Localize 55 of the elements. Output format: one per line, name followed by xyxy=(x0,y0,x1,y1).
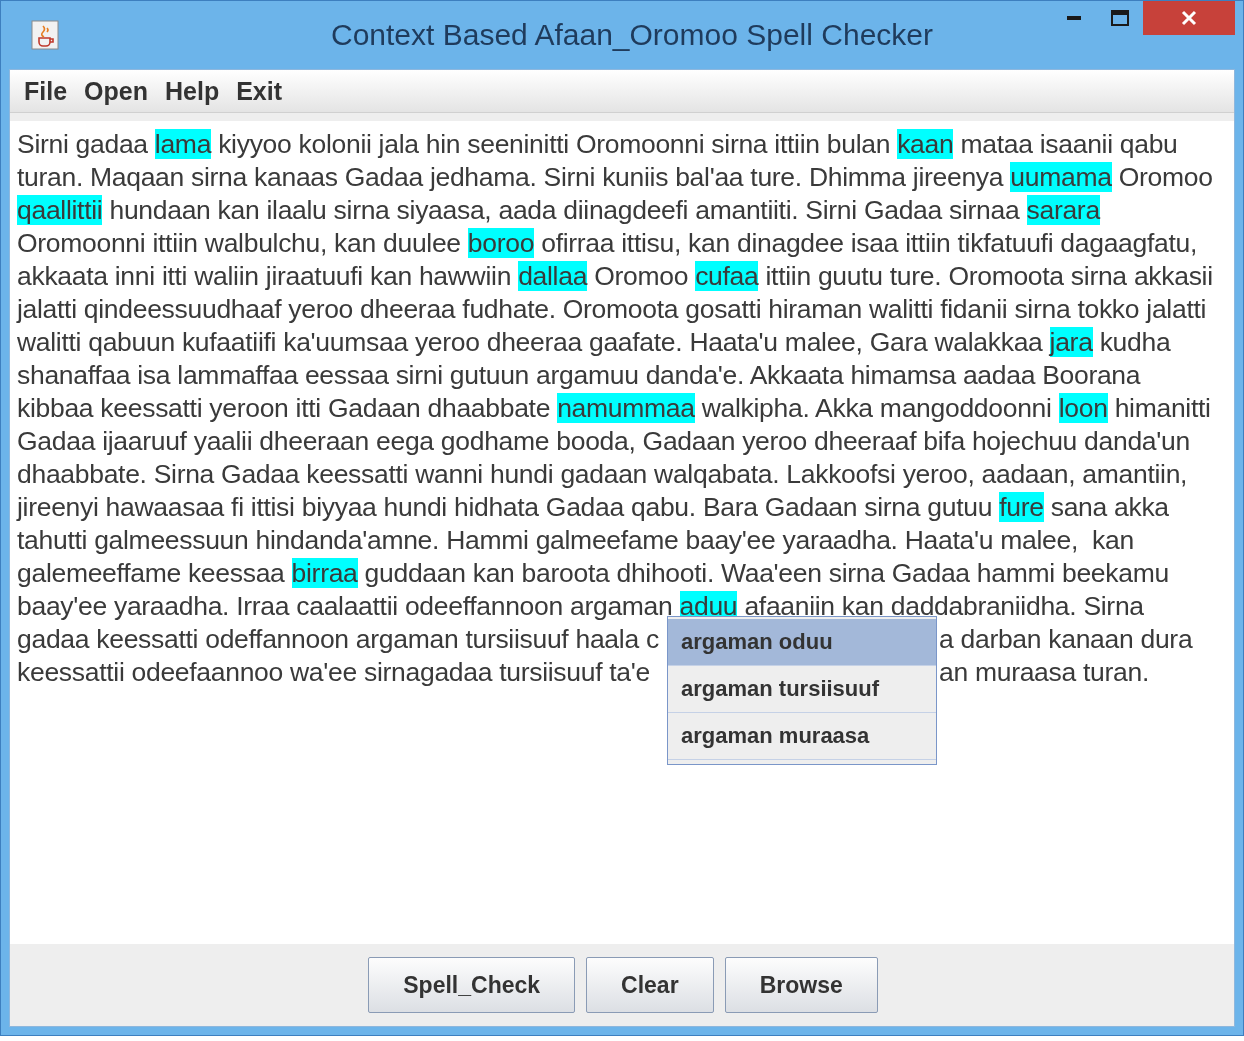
text-area[interactable] xyxy=(10,121,1234,944)
text-run: ofirraa ittisu, kan dinagdee isaa ittiin tikfatuufi dagaagfatu, xyxy=(540,227,1197,258)
text-run: kibbaa keessatti yeroon itti Gadaan dhaabbate xyxy=(17,392,552,423)
text-run: baay'ee yaraadha. Irraa caalaattii odeeffannoon argaman xyxy=(17,590,674,621)
text-run: Sirni gadaa xyxy=(17,128,149,159)
text-run: afaaniin kan daddabraniidha. Sirna xyxy=(743,590,1144,621)
maximize-icon xyxy=(1111,10,1129,26)
text-run: keessattii odeefaannoo wa'ee sirnagadaa tursiisuuf ta'e xyxy=(17,656,650,687)
text-run: kudha xyxy=(1098,326,1171,357)
text-run: kiyyoo kolonii jala hin seeninitti Oromoonni sirna ittiin bulan xyxy=(217,128,892,159)
minimize-icon xyxy=(1067,16,1081,20)
text-run: galemeeffame keessaa xyxy=(17,557,286,588)
text-run: tahutti galmeessuun hindanda'amne. Hammi galmeefame baay'ee yaraadha. Haata'u malee, kan xyxy=(17,524,1134,555)
highlighted-word: boroo xyxy=(467,227,535,258)
text-run: turan. Maqaan sirna kanaas Gadaa jedhama. Sirni kuniis bal'aa ture. Dhimma jireenya xyxy=(17,161,1005,192)
text-run: mataa isaanii qabu xyxy=(959,128,1178,159)
close-icon xyxy=(1181,10,1197,26)
text-run: walitti qabuun kufaatiifi ka'uumsaa yeroo dheeraa gaafate. Haata'u malee, Gara walakkaa xyxy=(17,326,1044,357)
text-run: himanitti xyxy=(1113,392,1211,423)
menu-item[interactable]: Help xyxy=(159,72,231,110)
action-button[interactable]: Browse xyxy=(724,957,878,1013)
text-run: akkaata inni itti waliin jiraatuufi kan hawwiin xyxy=(17,260,513,291)
text-run: an muraasa turan. xyxy=(939,656,1149,687)
action-button[interactable]: Spell_Check xyxy=(368,957,576,1013)
text-run: Oromoonni ittiin walbulchu, kan duulee xyxy=(17,227,462,258)
highlighted-word: fure xyxy=(999,491,1044,522)
text-run: sana akka xyxy=(1049,491,1169,522)
window-title: Context Based Afaan_Oromoo Spell Checker xyxy=(330,18,934,52)
text-run: jireenyi hawaasaa fi ittisi biyyaa hundi hidhata Gadaa qabu. Bara Gadaan sirna gutuu xyxy=(17,491,994,522)
text-run: gadaa keessatti odeffannoon argaman tursiisuuf haala c xyxy=(17,623,659,654)
menu-item[interactable]: Exit xyxy=(230,72,294,110)
text-run: ittiin guutu ture. Oromoota sirna akkasii xyxy=(764,260,1213,291)
highlighted-word: kaan xyxy=(897,128,954,159)
text-run: Gadaa ijaaruuf yaalii dheeraan eega godhame booda, Gadaan yeroo dheeraaf bifa hojechuu danda'un xyxy=(17,425,1190,456)
text-run: Oromoo xyxy=(593,260,690,291)
text-run: walkipha. Akka mangoddoonni xyxy=(700,392,1053,423)
highlighted-word: qaallittii xyxy=(17,194,103,225)
highlighted-word: uumama xyxy=(1010,161,1112,192)
text-run: jalatti qindeessuudhaaf yeroo dheeraa fudhate. Oromoota gosatti hiraman walitti fidanii sirna tokko jalatti xyxy=(17,293,1207,324)
highlighted-word: birraa xyxy=(291,557,358,588)
text-run: guddaan kan baroota dhihooti. Waa'een sirna Gadaa hammi beekamu xyxy=(363,557,1169,588)
highlighted-word: namummaa xyxy=(557,392,695,423)
text-run: a darban kanaan dura xyxy=(939,623,1193,654)
text-run: shanaffaa isa lammaffaa eessaa sirni gutuun argamuu danda'e. Akkaata himamsa aadaa Boorana xyxy=(17,359,1141,390)
highlighted-word: sarara xyxy=(1026,194,1100,225)
suggestion-item[interactable]: argaman oduu xyxy=(668,619,936,666)
text-run: dhaabbate. Sirna Gadaa keessatti wanni hundi gadaan walqabata. Lakkoofsi yeroo, aadaan, amantiin, xyxy=(17,458,1188,489)
action-button[interactable]: Clear xyxy=(586,957,714,1013)
close-button[interactable] xyxy=(1143,1,1235,35)
text-run: hundaan kan ilaalu sirna siyaasa, aada diinagdeefi amantiiti. Sirni Gadaa sirnaa xyxy=(108,194,1021,225)
text-run: Oromoo xyxy=(1117,161,1213,192)
menu-item[interactable]: Open xyxy=(78,72,159,110)
highlighted-word: loon xyxy=(1058,392,1108,423)
cup-icon xyxy=(31,20,59,50)
menu-item[interactable]: File xyxy=(18,72,79,110)
